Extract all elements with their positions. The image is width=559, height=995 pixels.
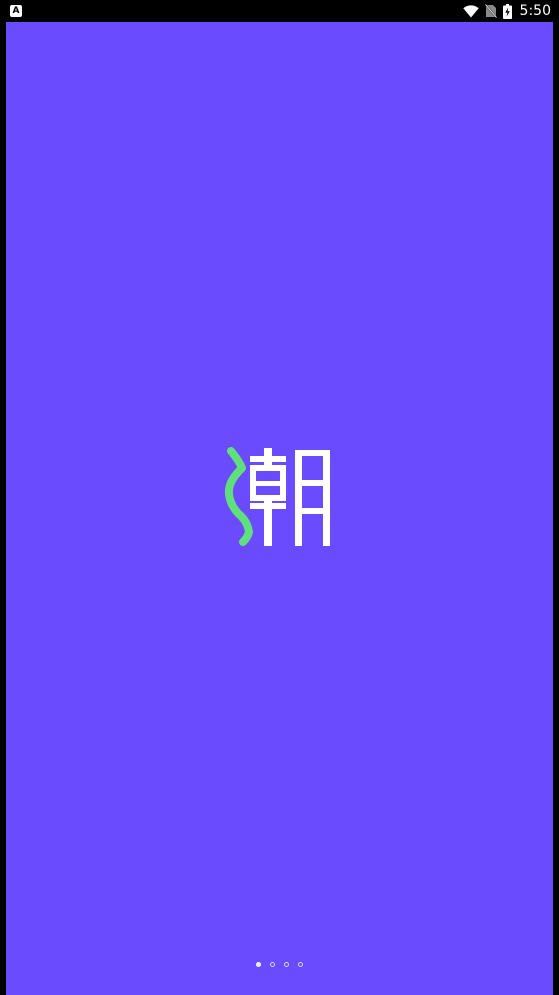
- page-dot-1[interactable]: [256, 961, 261, 967]
- app-logo: [224, 447, 330, 546]
- page-indicator: [6, 959, 553, 969]
- logo-water-radical: [224, 447, 253, 546]
- wifi-icon: [462, 4, 479, 17]
- splash-screen: [6, 22, 553, 995]
- battery-charging-icon: [502, 3, 512, 19]
- no-sim-icon: [484, 4, 497, 18]
- page-dot-3[interactable]: [284, 961, 289, 967]
- status-time: 5:50: [519, 3, 551, 19]
- page-dot-2[interactable]: [270, 961, 275, 967]
- status-bar-right: 5:50: [462, 0, 551, 22]
- status-bar-left: A: [10, 5, 22, 17]
- device-screen: A 5:50: [0, 0, 559, 995]
- page-dot-4[interactable]: [298, 961, 303, 967]
- logo-character-body: [250, 448, 330, 546]
- app-notification-icon: A: [10, 5, 22, 17]
- status-bar: A 5:50: [0, 0, 559, 22]
